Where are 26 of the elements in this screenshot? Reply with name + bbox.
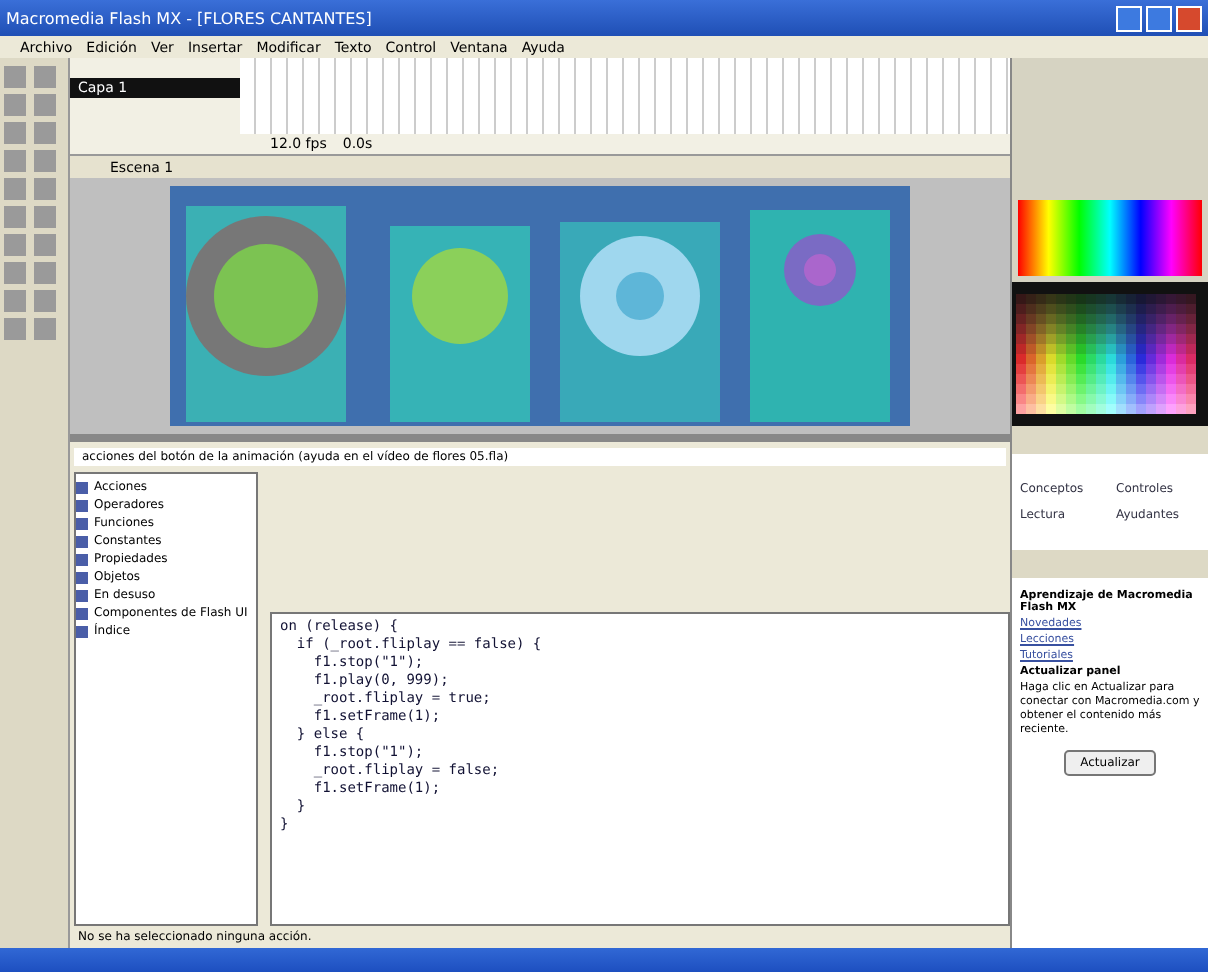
tool-icon[interactable] — [34, 206, 56, 228]
tool-icon[interactable] — [4, 234, 26, 256]
color-spectrum[interactable] — [1018, 200, 1202, 276]
minimize-icon[interactable] — [1116, 5, 1142, 31]
swatches-grid[interactable] — [1012, 282, 1208, 426]
close-icon[interactable] — [1176, 5, 1202, 31]
tool-icon[interactable] — [34, 178, 56, 200]
tool-icon[interactable] — [34, 94, 56, 116]
tool-icon[interactable] — [34, 150, 56, 172]
tool-icon[interactable] — [34, 66, 56, 88]
tool-icon[interactable] — [4, 94, 26, 116]
tool-icon[interactable] — [4, 122, 26, 144]
tool-icon[interactable] — [4, 318, 26, 340]
tool-icon[interactable] — [4, 262, 26, 284]
tool-icon[interactable] — [34, 290, 56, 312]
tool-icon[interactable] — [4, 178, 26, 200]
tool-icon[interactable] — [34, 234, 56, 256]
tool-icon[interactable] — [34, 262, 56, 284]
maximize-icon[interactable] — [1146, 5, 1172, 31]
tool-icon[interactable] — [34, 122, 56, 144]
window-title: Macromedia Flash MX - [FLORES CANTANTES] — [6, 9, 372, 27]
tool-icon[interactable] — [4, 206, 26, 228]
tool-icon[interactable] — [4, 150, 26, 172]
tool-icon[interactable] — [4, 290, 26, 312]
tool-icon[interactable] — [4, 66, 26, 88]
tool-icon[interactable] — [34, 318, 56, 340]
